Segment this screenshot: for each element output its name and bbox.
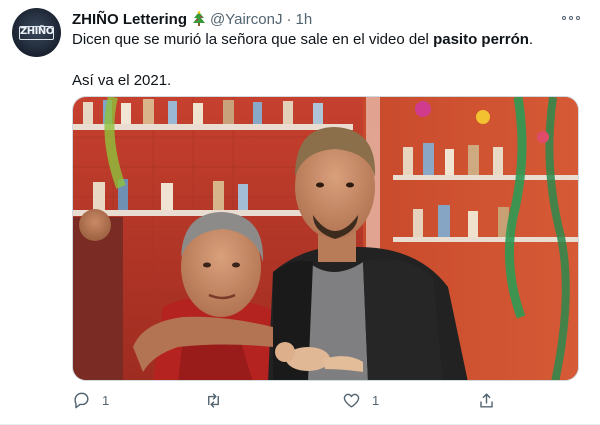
share-icon <box>480 393 493 408</box>
heart-icon <box>343 393 360 408</box>
reply-icon <box>74 392 89 409</box>
more-options-icon[interactable] <box>562 10 580 26</box>
tweet-card[interactable]: ZHIÑO ZHIÑO Lettering @YairconJ · 1h Dic… <box>0 0 600 425</box>
tweet-line-2: Así va el 2021. <box>72 72 172 89</box>
bold-phrase: pasito perrón <box>433 31 529 48</box>
user-handle[interactable]: @YairconJ <box>210 11 282 28</box>
action-bar: 1 1 <box>72 391 500 413</box>
photo-image <box>73 97 578 380</box>
tweet-header: ZHIÑO Lettering @YairconJ · 1h <box>72 9 312 29</box>
avatar[interactable]: ZHIÑO <box>12 8 61 57</box>
share-button[interactable] <box>477 391 507 410</box>
retweet-button[interactable] <box>204 391 234 410</box>
avatar-logo: ZHIÑO <box>19 26 54 40</box>
separator-dot: · <box>286 10 292 28</box>
tweet-photo[interactable] <box>72 96 579 381</box>
like-button[interactable]: 1 <box>342 391 379 410</box>
like-count: 1 <box>372 393 380 408</box>
tweet-line-1: Dicen que se murió la señora que sale en… <box>72 31 534 48</box>
christmas-tree-icon <box>193 11 205 26</box>
retweet-icon <box>208 393 219 408</box>
timestamp[interactable]: 1h <box>295 11 312 28</box>
reply-button[interactable]: 1 <box>72 391 109 410</box>
display-name[interactable]: ZHIÑO Lettering <box>72 11 187 28</box>
reply-count: 1 <box>102 393 110 408</box>
